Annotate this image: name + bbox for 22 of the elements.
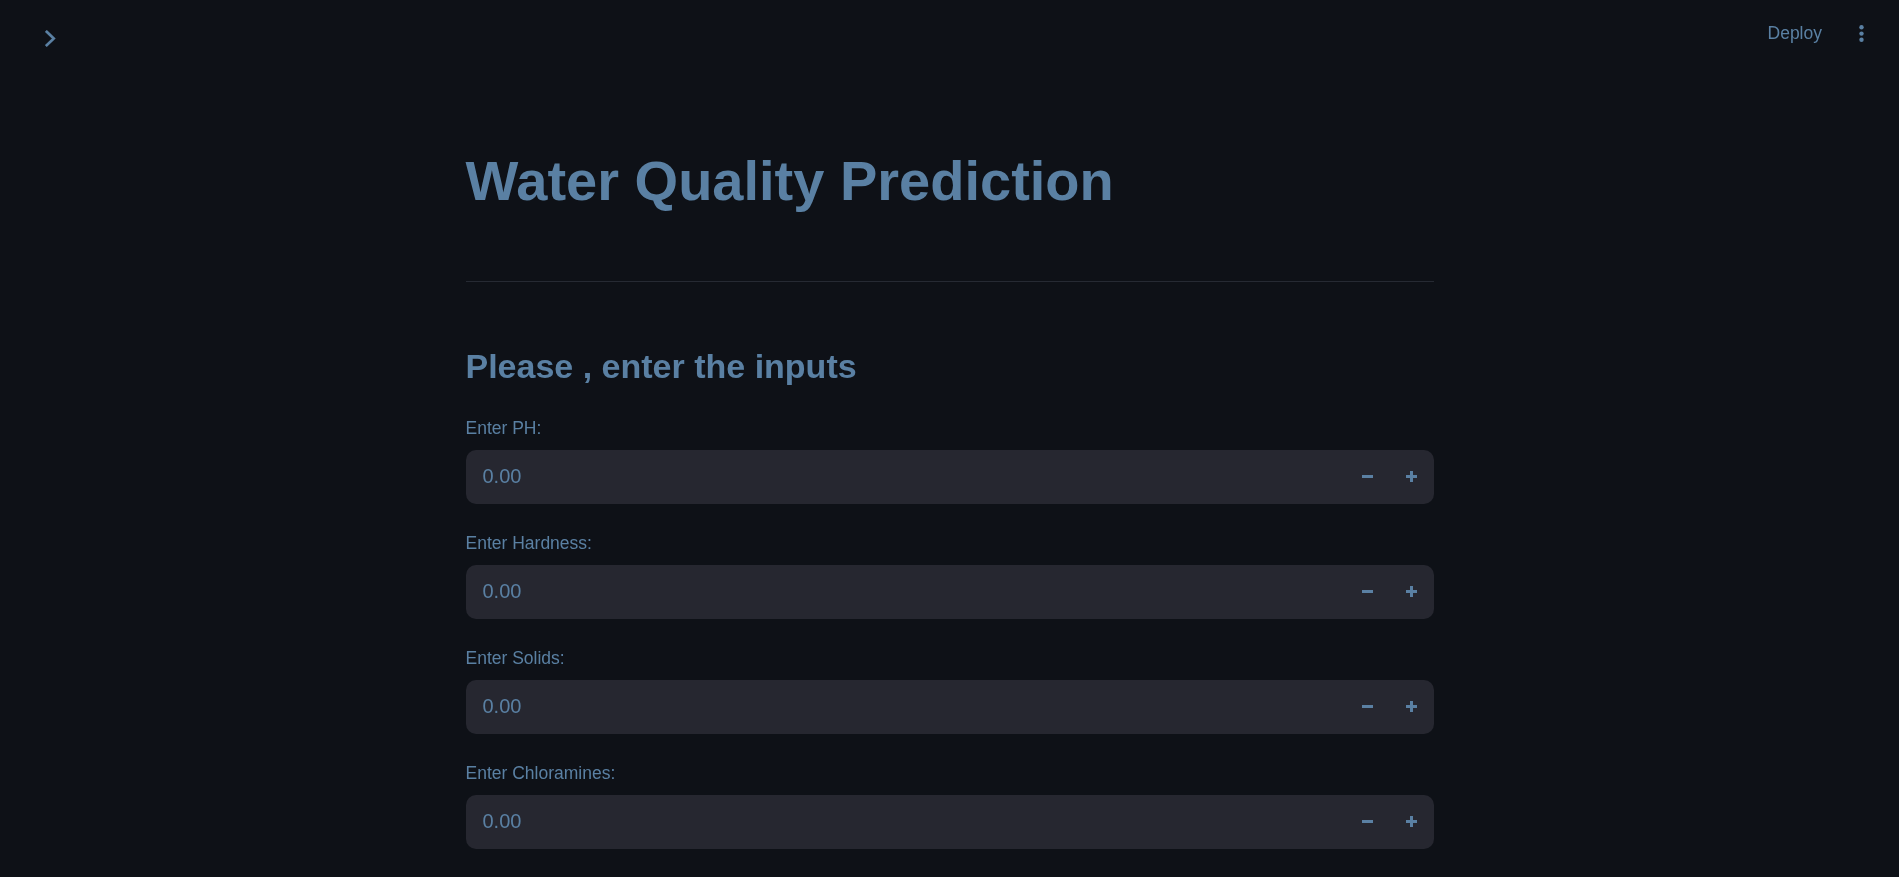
minus-icon [1362,705,1373,709]
minus-icon [1362,475,1373,479]
plus-icon [1406,471,1417,483]
plus-icon [1406,586,1417,598]
plus-icon [1406,701,1417,713]
field-label: Enter Solids: [465,647,565,669]
minus-icon [1362,590,1373,594]
field-label: Enter Chloramines: [465,762,616,784]
number-input[interactable]: 0.00 [465,450,1434,504]
chevron-right-icon [45,30,56,47]
field-label: Enter PH: [465,417,542,439]
number-input[interactable]: 0.00 [465,565,1434,619]
number-input[interactable]: 0.00 [465,795,1434,849]
section-heading: Please , enter the inputs [465,346,857,387]
field-label: Enter Hardness: [465,532,592,554]
minus-icon [1362,820,1373,824]
deploy-button[interactable]: Deploy [1755,16,1834,50]
plus-icon [1406,816,1417,828]
sidebar-toggle-button[interactable] [45,30,56,47]
number-input[interactable]: 0.00 [465,680,1434,734]
vertical-dots-icon [1859,24,1864,42]
page-title: Water Quality Prediction [465,148,1114,214]
